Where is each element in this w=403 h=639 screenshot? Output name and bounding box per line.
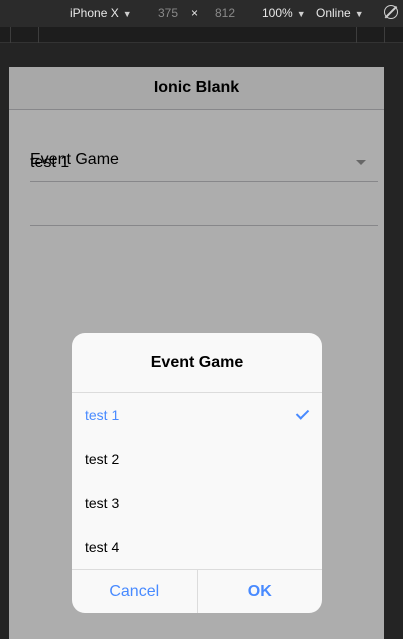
zoom-value: 100% — [262, 6, 293, 20]
checkmark-icon — [295, 406, 310, 420]
rotate-icon[interactable] — [384, 5, 398, 19]
ruler — [0, 27, 403, 43]
alert-title: Event Game — [72, 333, 322, 393]
chevron-down-icon: ▼ — [354, 9, 364, 19]
option-label: test 2 — [85, 451, 120, 467]
devtools-toolbar: iPhone X ▼ 375 × 812 100% ▼ Online ▼ — [0, 0, 403, 27]
alert-button-group: Cancel OK — [72, 569, 322, 613]
alert-options: test 1 test 2 test 3 test 4 — [72, 393, 322, 569]
width-field[interactable]: 375 — [158, 6, 178, 20]
height-field[interactable]: 812 — [215, 6, 235, 20]
option-label: test 4 — [85, 539, 120, 555]
device-viewport: Ionic Blank test 1 Event Game Event Game… — [9, 67, 384, 639]
device-name: iPhone X — [70, 6, 119, 20]
cancel-button[interactable]: Cancel — [72, 570, 197, 613]
alert-option-test-3[interactable]: test 3 — [72, 481, 322, 525]
zoom-selector[interactable]: 100% ▼ — [262, 6, 306, 20]
ruler-tick — [356, 27, 357, 43]
chevron-down-icon: ▼ — [122, 9, 132, 19]
option-label: test 1 — [85, 407, 120, 423]
alert-option-test-2[interactable]: test 2 — [72, 437, 322, 481]
network-value: Online — [316, 6, 351, 20]
chevron-down-icon: ▼ — [296, 9, 306, 19]
alert-dialog: Event Game test 1 test 2 test 3 test 4 C… — [72, 333, 322, 613]
alert-option-test-4[interactable]: test 4 — [72, 525, 322, 569]
alert-option-test-1[interactable]: test 1 — [72, 393, 322, 437]
ok-button[interactable]: OK — [196, 570, 323, 613]
network-selector[interactable]: Online ▼ — [316, 6, 364, 20]
ruler-tick — [10, 27, 11, 43]
option-label: test 3 — [85, 495, 120, 511]
ruler-tick — [38, 27, 39, 43]
times-icon: × — [191, 6, 199, 20]
ruler-tick — [384, 27, 385, 43]
device-selector[interactable]: iPhone X ▼ — [70, 6, 132, 20]
